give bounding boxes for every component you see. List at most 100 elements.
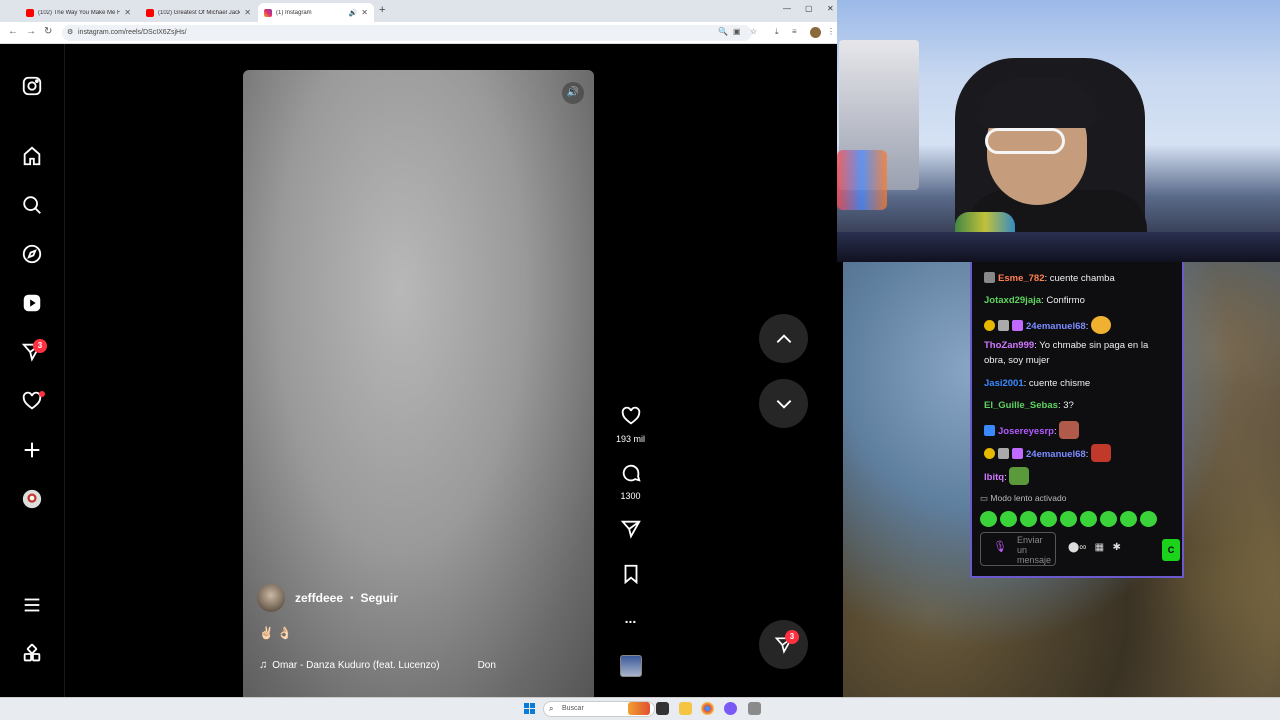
profile-avatar-icon[interactable] [21,488,43,510]
url-text: instagram.com/reels/DScIX6ZsjHs/ [78,29,187,36]
microphone-icon[interactable]: 🎙 [993,542,1007,553]
instagram-logo-icon[interactable] [21,75,43,97]
back-icon[interactable]: ← [8,26,18,37]
emote-icon [1009,467,1030,485]
floating-messages-button[interactable] [759,620,808,669]
tab-youtube-1[interactable]: (102) The Way You Make Me Fe ✕ [20,3,137,22]
music-note-icon: ♫ [259,659,268,671]
reel-audio[interactable]: ♫ Omar - Danza Kuduro (feat. Lucenzo) Do… [259,659,519,671]
youtube-icon [26,8,34,17]
gift-badge-icon [1012,320,1023,331]
windows-start-icon[interactable] [524,703,536,715]
notification-dot [39,391,45,397]
speaker-icon[interactable]: 🔊 [349,9,358,17]
explore-icon[interactable] [21,243,43,265]
share-icon [620,520,641,539]
audio-toggle-icon[interactable]: 🔊 [562,82,584,104]
download-icon[interactable]: ⤓ [775,27,779,37]
discord-icon[interactable] [724,702,737,715]
settings-gear-icon[interactable]: ✱ [1112,542,1120,553]
maximize-icon[interactable]: ▢ [805,4,813,13]
chrome-icon[interactable] [701,702,714,715]
site-info-icon[interactable]: ⚙ [67,25,73,41]
save-button[interactable] [608,563,653,590]
forward-icon[interactable]: → [26,26,36,37]
emote-icon[interactable] [1020,511,1037,527]
audio-title: Omar - Danza Kuduro (feat. Lucenzo) [272,659,440,671]
reel-author: zeffdeee • Seguir [257,584,398,612]
tab-title: (1) Instagram [276,9,312,16]
menu-icon[interactable]: ⋮ [827,27,835,36]
chat-message: El_Guille_Sebas: 3? [984,400,1074,411]
badge-icon [984,448,995,459]
chat-message: Esme_782: cuente chamba [984,271,1115,286]
chat-message: Jotaxd29jaja: Confirmo [984,295,1085,306]
like-button[interactable]: 193 mil [608,405,653,444]
bookmark-star-icon[interactable]: ☆ [750,27,757,36]
minimize-icon[interactable]: — [783,4,791,13]
app-icon[interactable] [748,702,761,715]
zoom-icon[interactable]: 🔍 [718,27,728,36]
store-icon[interactable]: ▦ [1095,542,1104,553]
profile-avatar[interactable] [810,27,821,38]
emote-icon[interactable] [1140,511,1157,527]
tab-instagram[interactable]: (1) Instagram 🔊 ✕ [258,3,374,22]
floating-messages-badge: 3 [785,630,799,644]
url-field[interactable]: ⚙ instagram.com/reels/DScIX6ZsjHs/ [62,25,752,41]
emote-bar[interactable] [980,511,1160,527]
search-icon[interactable] [21,194,43,216]
chat-message: lbitq: [984,467,1030,485]
close-icon[interactable]: ✕ [361,8,368,17]
close-icon[interactable]: ✕ [124,8,131,17]
cast-icon[interactable]: ▣ [733,27,741,36]
emote-icon[interactable] [1100,511,1117,527]
follow-button[interactable]: Seguir [361,591,398,605]
weather-widget-icon[interactable] [628,702,650,715]
youtube-icon [146,8,154,17]
chat-tools: ⬤∞ ▦ ✱ [1068,542,1121,553]
window-close-icon[interactable]: ✕ [827,4,834,13]
next-reel-button[interactable] [759,379,808,428]
windows-taskbar: ⌕ Buscar [0,697,1280,720]
more-options-button[interactable]: ... [608,610,653,626]
audio-ticker: Don [477,659,496,671]
author-username[interactable]: zeffdeee [295,591,343,605]
like-count: 193 mil [615,434,645,444]
chevron-up-icon [776,333,791,343]
instagram-icon [264,8,272,17]
extensions-icon[interactable]: ≡ [792,27,797,36]
chat-input[interactable]: 🎙 Enviar un mensaje [980,532,1056,566]
more-menu-icon[interactable] [21,594,43,616]
emote-icon[interactable] [1000,511,1017,527]
points-icon[interactable]: ⬤∞ [1068,542,1086,553]
author-avatar[interactable] [257,584,285,612]
chat-send-button[interactable]: C [1162,539,1180,561]
emote-icon[interactable] [1080,511,1097,527]
tab-title: (102) The Way You Make Me Fe [38,9,121,16]
file-explorer-icon[interactable] [679,702,692,715]
search-icon: ⌕ [549,704,554,713]
instagram-sidebar: 3 [0,44,65,697]
emote-icon[interactable] [980,511,997,527]
audio-thumbnail[interactable] [620,655,642,677]
task-view-icon[interactable] [656,702,669,715]
previous-reel-button[interactable] [759,314,808,363]
create-plus-icon[interactable] [21,439,43,461]
reload-icon[interactable]: ↻ [44,26,52,37]
reel-caption[interactable]: ✌🏻 👌🏻 [259,626,292,640]
home-icon[interactable] [21,145,43,167]
new-tab-icon[interactable]: + [379,4,385,16]
emote-icon[interactable] [1120,511,1137,527]
tab-title: (102) Greatest Of Michael Jackso [158,9,241,16]
share-button[interactable] [608,518,653,545]
address-bar: ← → ↻ ⚙ instagram.com/reels/DScIX6ZsjHs/… [0,22,837,44]
reels-icon[interactable] [21,292,43,314]
close-icon[interactable]: ✕ [244,8,251,17]
gift-badge-icon [1012,448,1023,459]
reel-video[interactable]: 🔊 zeffdeee • Seguir ✌🏻 👌🏻 ♫ Omar - Danza… [243,70,594,697]
tab-youtube-2[interactable]: (102) Greatest Of Michael Jackso ✕ [140,3,257,22]
emote-icon[interactable] [1060,511,1077,527]
emote-icon[interactable] [1040,511,1057,527]
also-from-meta-icon[interactable] [21,643,43,665]
comment-button[interactable]: 1300 [608,462,653,501]
